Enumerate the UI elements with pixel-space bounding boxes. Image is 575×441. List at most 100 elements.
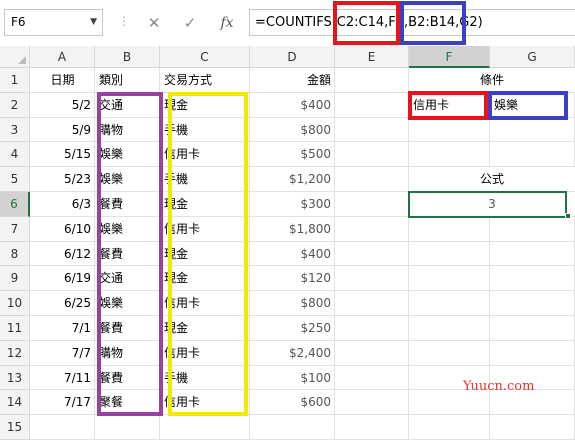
cell-date[interactable]: 5/9 [30,118,95,143]
cell[interactable] [409,316,490,341]
cell-amount[interactable]: $1,800 [250,217,335,242]
cell-amount[interactable]: $120 [250,266,335,291]
name-box[interactable]: F6 ▼ [4,9,103,36]
cell-amount[interactable]: $1,200 [250,167,335,192]
cell-category[interactable]: 餐費 [95,192,160,217]
cell-category[interactable]: 購物 [95,118,160,143]
cell[interactable] [409,216,490,242]
cell[interactable] [490,340,575,366]
cell-payment[interactable]: 手機 [160,366,250,391]
cell-payment[interactable]: 信用卡 [160,291,250,316]
cell-payment[interactable]: 現金 [160,93,250,118]
cell-payment[interactable]: 手機 [160,167,250,192]
drag-handle-icon[interactable]: ⋮ [118,14,130,28]
column-header-f[interactable]: F [409,46,490,68]
cell[interactable] [335,68,409,93]
row-header-15[interactable]: 15 [0,415,30,440]
column-header-a[interactable]: A [30,46,95,68]
cell[interactable] [335,117,409,143]
cell[interactable] [335,390,409,416]
cell-date[interactable]: 7/7 [30,341,95,366]
cell-payment[interactable]: 手機 [160,118,250,143]
cell[interactable] [409,291,490,316]
cell-date[interactable]: 5/15 [30,142,95,167]
cell-category[interactable]: 娛樂 [95,217,160,242]
cell-payment[interactable]: 現金 [160,242,250,267]
cell-amount[interactable]: $100 [250,366,335,391]
cell-date[interactable]: 7/11 [30,366,95,391]
cell-category[interactable]: 餐費 [95,316,160,341]
cell[interactable] [409,117,490,143]
cell[interactable] [335,340,409,366]
cell[interactable] [490,390,575,416]
criteria-payment-cell[interactable]: 信用卡 [409,93,490,118]
row-header-9[interactable]: 9 [0,266,30,292]
row-header-14[interactable]: 14 [0,390,30,416]
cell-payment[interactable]: 信用卡 [160,390,250,415]
header-payment[interactable]: 交易方式 [160,68,250,93]
header-category[interactable]: 類別 [95,68,160,93]
header-amount[interactable]: 金額 [250,68,335,93]
cell[interactable] [409,340,490,366]
column-header-d[interactable]: D [250,46,335,68]
cell-payment[interactable]: 現金 [160,266,250,291]
result-value-cell[interactable]: 3 [409,192,575,217]
cell[interactable] [490,241,575,267]
cell[interactable] [409,142,490,168]
cell-category[interactable]: 購物 [95,341,160,366]
cell[interactable] [409,415,490,440]
row-header-10[interactable]: 10 [0,291,30,316]
cell[interactable] [335,291,409,316]
cell[interactable] [335,216,409,242]
cell[interactable] [335,192,409,217]
cell[interactable] [335,415,409,440]
cell-category[interactable]: 交通 [95,93,160,118]
row-header-1[interactable]: 1 [0,68,30,93]
cell[interactable] [95,415,160,440]
cell[interactable] [490,316,575,341]
cell[interactable] [409,266,490,292]
cell[interactable] [490,142,575,168]
cell-amount[interactable]: $250 [250,316,335,341]
row-header-13[interactable]: 13 [0,365,30,391]
column-header-e[interactable]: E [335,46,409,68]
row-header-2[interactable]: 2 [0,92,30,118]
cell-payment[interactable]: 信用卡 [160,142,250,167]
cell[interactable] [335,167,409,192]
cell[interactable] [335,316,409,341]
cell[interactable] [335,365,409,391]
cell[interactable] [409,390,490,416]
insert-function-icon[interactable]: fx [216,12,238,34]
cell-date[interactable]: 6/3 [30,192,95,217]
cell-date[interactable]: 6/12 [30,242,95,267]
cell-category[interactable]: 餐費 [95,242,160,267]
header-date[interactable]: 日期 [30,68,95,93]
cell-date[interactable]: 6/25 [30,291,95,316]
cell-payment[interactable]: 現金 [160,316,250,341]
cell[interactable] [30,415,95,440]
cell-category[interactable]: 娛樂 [95,142,160,167]
cell[interactable] [160,415,250,440]
cell-category[interactable]: 娛樂 [95,167,160,192]
cancel-icon[interactable]: ✕ [143,12,165,34]
cell-amount[interactable]: $300 [250,192,335,217]
row-header-7[interactable]: 7 [0,216,30,242]
cell-date[interactable]: 6/19 [30,266,95,291]
cell-payment[interactable]: 信用卡 [160,341,250,366]
cell-category[interactable]: 娛樂 [95,291,160,316]
cell-date[interactable]: 7/17 [30,390,95,415]
cell[interactable] [335,142,409,168]
cell-category[interactable]: 餐費 [95,366,160,391]
column-header-c[interactable]: C [160,46,250,68]
cell-date[interactable]: 5/23 [30,167,95,192]
chevron-down-icon[interactable]: ▼ [90,10,97,35]
cell-date[interactable]: 7/1 [30,316,95,341]
cell-amount[interactable]: $400 [250,93,335,118]
column-header-b[interactable]: B [95,46,160,68]
criteria-category-cell[interactable]: 娛樂 [490,93,575,118]
formula-input[interactable]: =COUNTIFS(C2:C14,F2,B2:B14,G2) [249,9,575,36]
cell-category[interactable]: 聚餐 [95,390,160,415]
cell-date[interactable]: 6/10 [30,217,95,242]
cell-amount[interactable]: $400 [250,242,335,267]
confirm-icon[interactable]: ✓ [179,12,201,34]
